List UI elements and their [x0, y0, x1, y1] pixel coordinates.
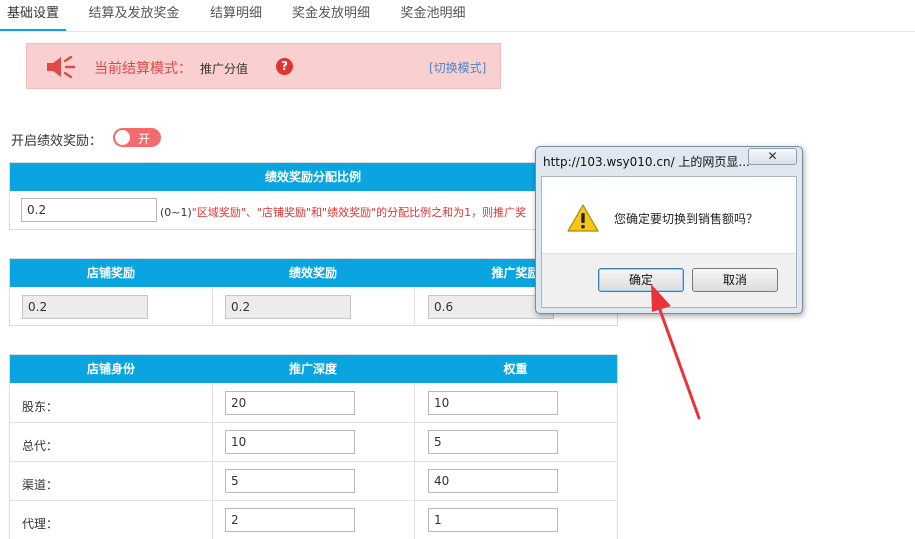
weight-input-agent[interactable]: 1	[428, 508, 558, 532]
toggle-state-text: 开	[138, 132, 151, 146]
row-label-shareholder: 股东：	[22, 400, 59, 414]
performance-reward-value: 0.2	[225, 295, 351, 319]
depth-input-general-agent[interactable]: 10	[225, 430, 355, 454]
switch-mode-link[interactable]: [切换模式]	[429, 59, 486, 76]
store-identity-table: 店铺身份 推广深度 权重 股东： 20 10 总代： 10 5 渠道： 5 40…	[9, 354, 618, 539]
toggle-knob	[115, 130, 130, 145]
settlement-mode-banner: 当前结算模式： 推广分值 ? [切换模式]	[26, 43, 501, 89]
header-performance-reward: 绩效奖励	[288, 266, 337, 280]
dialog-close-button[interactable]: ✕	[748, 148, 797, 165]
row-label-channel: 渠道：	[22, 478, 59, 492]
tab-bonus-payout-detail[interactable]: 奖金发放明细	[283, 0, 379, 31]
weight-input-shareholder[interactable]: 10	[428, 391, 558, 415]
ratio-note: (0~1)"区域奖励"、"店铺奖励"和"绩效奖励"的分配比例之和为1，则推广奖	[160, 206, 527, 219]
ratio-table: 绩效奖励分配比例 0.2 (0~1)"区域奖励"、"店铺奖励"和"绩效奖励"的分…	[9, 162, 617, 230]
header-store-identity: 店铺身份	[86, 362, 135, 376]
identity-table-header: 店铺身份 推广深度 权重	[10, 355, 617, 383]
mode-value: 推广分值	[200, 62, 249, 76]
reward-table-header: 店铺奖励 绩效奖励 推广奖励	[10, 259, 617, 287]
ratio-table-title: 绩效奖励分配比例	[264, 170, 361, 184]
speaker-icon	[47, 55, 76, 79]
dialog-message: 您确定要切换到销售额吗？	[614, 212, 759, 226]
depth-input-shareholder[interactable]: 20	[225, 391, 355, 415]
ratio-input[interactable]: 0.2	[21, 198, 157, 222]
tab-bar: 基础设置 结算及发放奖金 结算明细 奖金发放明细 奖金池明细	[0, 0, 915, 32]
row-divider	[10, 500, 617, 501]
reward-split-table: 店铺奖励 绩效奖励 推广奖励 0.2 0.2 0.6	[9, 258, 618, 326]
divider	[212, 287, 213, 325]
row-divider	[10, 461, 617, 462]
annotation-arrow-icon	[651, 284, 701, 420]
tab-bonus-pool-detail[interactable]: 奖金池明细	[392, 0, 474, 31]
tab-settlement-detail[interactable]: 结算明细	[201, 0, 271, 31]
depth-input-channel[interactable]: 5	[225, 469, 355, 493]
header-weight: 权重	[503, 362, 528, 376]
weight-input-channel[interactable]: 40	[428, 469, 558, 493]
weight-input-general-agent[interactable]: 5	[428, 430, 558, 454]
mode-label: 当前结算模式：	[94, 61, 192, 77]
help-icon[interactable]: ?	[276, 58, 293, 75]
row-label-agent: 代理：	[22, 517, 59, 531]
store-reward-value: 0.2	[22, 295, 148, 319]
performance-reward-toggle[interactable]: 开	[113, 128, 161, 147]
row-label-general-agent: 总代：	[22, 439, 59, 453]
dialog-title: http://103.wsy010.cn/ 上的网页显...	[543, 155, 750, 169]
performance-reward-label: 开启绩效奖励：	[11, 134, 103, 149]
divider	[414, 287, 415, 325]
depth-input-agent[interactable]: 2	[225, 508, 355, 532]
header-promotion-depth: 推广深度	[288, 362, 337, 376]
row-divider	[10, 422, 617, 423]
warning-icon	[567, 204, 599, 232]
tab-settlement[interactable]: 结算及发放奖金	[80, 0, 188, 31]
tab-basic-settings[interactable]: 基础设置	[0, 0, 66, 31]
header-store-reward: 店铺奖励	[86, 266, 135, 280]
ratio-table-header: 绩效奖励分配比例	[10, 163, 616, 191]
